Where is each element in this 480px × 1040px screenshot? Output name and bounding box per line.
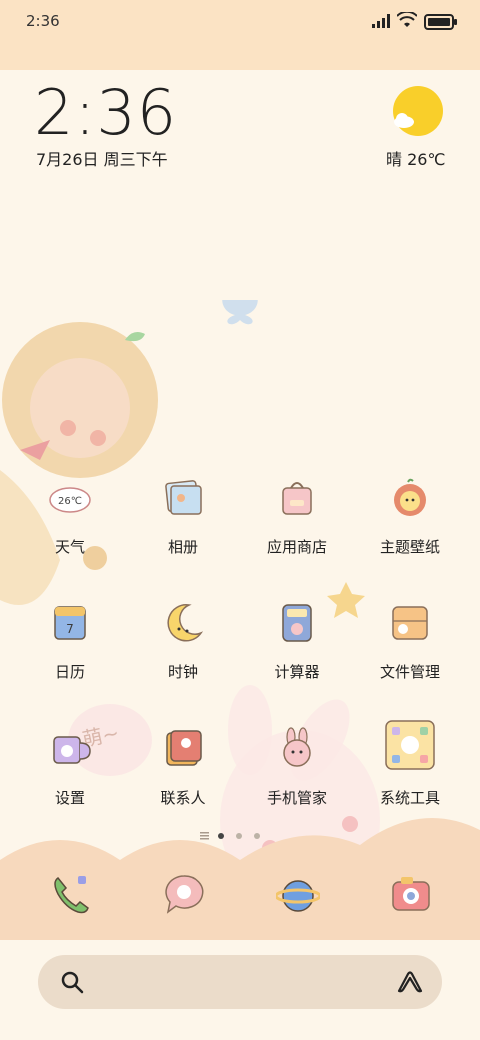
assistant-icon[interactable]: [396, 970, 424, 994]
app-label: 设置: [54, 789, 85, 807]
app-label: 计算器: [274, 663, 320, 681]
contacts-icon: [166, 730, 202, 766]
app-label: 主题壁纸: [379, 538, 440, 556]
app-store-icon: [282, 482, 312, 515]
app-label: 文件管理: [379, 663, 440, 681]
app-clock[interactable]: 时钟: [128, 601, 238, 701]
clock-icon: [167, 604, 204, 642]
page-dot[interactable]: [236, 833, 242, 839]
signal-icon: [372, 14, 390, 28]
weather-icon-badge: 26℃: [58, 496, 82, 507]
app-system-tools[interactable]: 系统工具: [355, 719, 465, 819]
gallery-icon: [165, 480, 202, 515]
settings-icon: [53, 736, 91, 764]
browser-icon[interactable]: [276, 872, 320, 916]
app-label: 时钟: [167, 663, 198, 681]
calendar-icon-date: 7: [66, 622, 74, 636]
page-dot[interactable]: [254, 833, 260, 839]
page-list-icon: [200, 832, 209, 840]
app-file-manager[interactable]: 文件管理: [355, 601, 465, 701]
battery-icon: [424, 14, 457, 30]
top-wave-decoration: [0, 40, 480, 66]
themes-icon: [394, 478, 426, 516]
page-dot-active[interactable]: [218, 833, 224, 839]
app-security[interactable]: 手机管家: [242, 727, 352, 827]
app-settings[interactable]: 设置: [15, 727, 125, 827]
calculator-icon: [282, 604, 312, 642]
sunny-cloud-icon[interactable]: [392, 85, 444, 137]
system-tools-icon: [385, 720, 435, 770]
security-icon: [283, 727, 311, 767]
app-label: 天气: [54, 538, 85, 556]
app-calendar[interactable]: 7 日历: [15, 601, 125, 701]
weather-icon: 26℃: [49, 487, 91, 513]
app-contacts[interactable]: 联系人: [128, 727, 238, 827]
app-label: 应用商店: [266, 538, 327, 556]
app-app-store[interactable]: 应用商店: [242, 476, 352, 576]
status-bar-time: 2:36: [26, 12, 60, 30]
clock-widget-time[interactable]: 2:36: [34, 76, 177, 149]
app-label: 日历: [54, 663, 85, 681]
search-bar[interactable]: [38, 955, 442, 1009]
messages-icon[interactable]: [162, 872, 206, 916]
weather-condition-temp[interactable]: 晴 26℃: [386, 146, 445, 170]
app-themes[interactable]: 主题壁纸: [355, 476, 465, 576]
phone-icon[interactable]: [48, 872, 92, 916]
calendar-icon: 7: [54, 606, 86, 640]
app-label: 手机管家: [266, 789, 327, 807]
app-gallery[interactable]: 相册: [128, 476, 238, 576]
clock-widget-date[interactable]: 7月26日 周三下午: [36, 146, 168, 170]
page-indicator[interactable]: [200, 830, 270, 842]
app-calculator[interactable]: 计算器: [242, 601, 352, 701]
app-weather[interactable]: 26℃ 天气: [15, 476, 125, 576]
wifi-icon: [397, 12, 417, 27]
app-label: 相册: [167, 538, 198, 556]
app-label: 联系人: [160, 789, 206, 807]
camera-icon[interactable]: [389, 872, 433, 916]
file-manager-icon: [392, 606, 428, 640]
app-label: 系统工具: [379, 789, 440, 807]
search-icon[interactable]: [60, 970, 84, 994]
